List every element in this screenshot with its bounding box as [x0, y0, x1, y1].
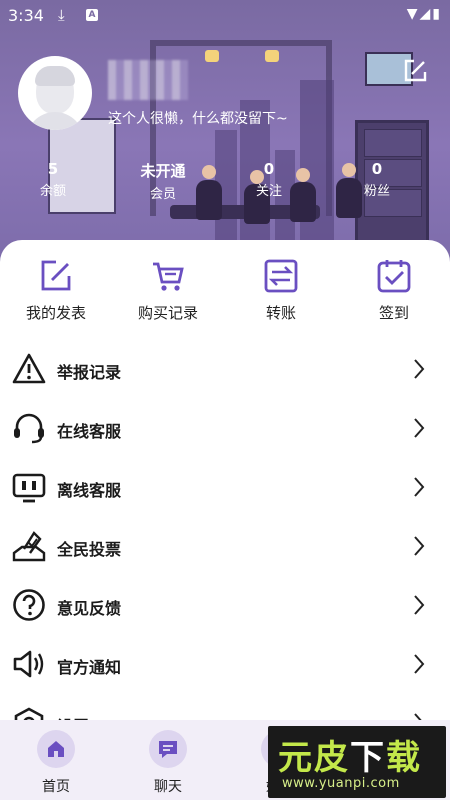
stat-followers[interactable]: 0 粉丝: [332, 160, 422, 199]
menu-label: 官方通知: [57, 658, 122, 677]
menu-label: 举报记录: [57, 363, 122, 382]
chat-icon: [149, 730, 187, 768]
stat-following[interactable]: 0 关注: [224, 160, 314, 199]
quick-label: 购买记录: [137, 304, 198, 322]
headset-icon: [14, 413, 44, 444]
watermark-url: www.yuanpi.com: [282, 776, 400, 791]
monitor-icon: [12, 473, 46, 503]
edit-profile-icon[interactable]: [400, 56, 430, 86]
home-icon: [37, 730, 75, 768]
chevron-right-icon: [414, 654, 425, 674]
status-time: 3:34: [8, 6, 44, 25]
quick-purchase-records[interactable]: 购买记录: [118, 258, 218, 323]
menu-offline-service[interactable]: 离线客服: [0, 458, 450, 517]
stat-label: 会员: [149, 187, 176, 202]
stat-value: 未开通: [140, 162, 186, 180]
nav-label: 聊天: [154, 779, 182, 795]
warning-icon: [12, 353, 46, 384]
stat-value: 0: [371, 160, 383, 178]
vote-icon: [12, 531, 46, 562]
quick-actions: 我的发表 购买记录 转账 签到: [0, 258, 450, 338]
watermark-logo: 元皮下载 www.yuanpi.com: [268, 726, 446, 798]
edit-icon: [41, 260, 71, 291]
menu-label: 意见反馈: [57, 599, 122, 618]
transfer-icon: [264, 259, 298, 293]
menu-label: 全民投票: [57, 540, 122, 559]
profile-card: 我的发表 购买记录 转账 签到 举报记录 在线客服 离线客服 全民投票 意见反馈…: [0, 240, 450, 739]
status-bar: 3:34 ⤓ A ▼◢▮: [0, 0, 450, 32]
watermark-title: 元皮下载: [278, 738, 422, 778]
signal-battery-icons: ▼◢▮: [406, 6, 442, 22]
ceiling-lamp: [265, 50, 279, 62]
menu-official-notice[interactable]: 官方通知: [0, 635, 450, 694]
quick-transfer[interactable]: 转账: [231, 258, 331, 323]
menu-label: 离线客服: [57, 481, 122, 500]
chevron-right-icon: [414, 359, 425, 379]
avatar[interactable]: [18, 56, 92, 130]
profile-stats: 5 余额 未开通 会员 0 关注 0 粉丝: [0, 160, 450, 202]
quick-check-in[interactable]: 签到: [344, 258, 444, 323]
quick-label: 转账: [265, 304, 296, 322]
question-icon: [13, 589, 45, 621]
quick-label: 签到: [378, 304, 409, 322]
nav-home[interactable]: 首页: [16, 730, 96, 796]
nav-label: 首页: [42, 779, 70, 795]
chevron-right-icon: [414, 536, 425, 556]
stat-label: 余额: [39, 184, 66, 199]
speaker-icon: [13, 650, 44, 678]
stat-value: 0: [263, 160, 275, 178]
profile-signature: 这个人很懒，什么都没留下~: [108, 111, 288, 127]
cart-icon: [153, 262, 184, 291]
chevron-right-icon: [414, 477, 425, 497]
nav-chat[interactable]: 聊天: [128, 730, 208, 796]
stat-membership[interactable]: 未开通 会员: [118, 160, 208, 202]
quick-label: 我的发表: [25, 304, 86, 322]
ceiling-lamp: [205, 50, 219, 62]
app-notification-icon: A: [86, 9, 98, 21]
settings-menu: 举报记录 在线客服 离线客服 全民投票 意见反馈 官方通知: [0, 340, 450, 753]
stat-balance[interactable]: 5 余额: [8, 160, 98, 199]
menu-feedback[interactable]: 意见反馈: [0, 576, 450, 635]
chevron-right-icon: [414, 595, 425, 615]
quick-my-posts[interactable]: 我的发表: [6, 258, 106, 323]
menu-public-vote[interactable]: 全民投票: [0, 517, 450, 576]
download-icon: ⤓: [58, 6, 65, 24]
menu-online-service[interactable]: 在线客服: [0, 399, 450, 458]
chevron-right-icon: [414, 418, 425, 438]
stat-value: 5: [47, 160, 59, 178]
stat-label: 粉丝: [363, 184, 390, 199]
username-blurred: [108, 60, 188, 100]
checkin-icon: [377, 260, 411, 293]
menu-report-records[interactable]: 举报记录: [0, 340, 450, 399]
stat-label: 关注: [255, 184, 282, 199]
menu-label: 在线客服: [57, 422, 122, 441]
